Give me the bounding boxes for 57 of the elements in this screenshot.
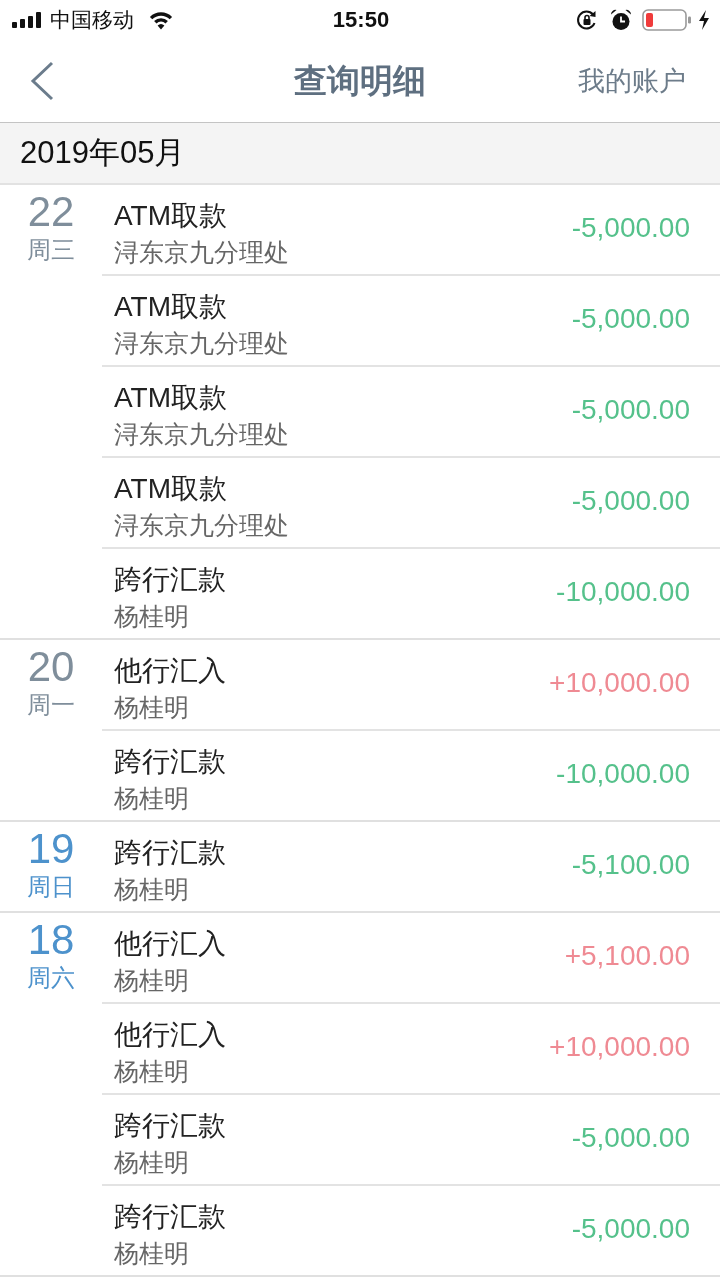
transaction-amount: -5,000.00 [571, 484, 690, 517]
transaction-title: ATM取款 [114, 198, 229, 233]
page-title: 查询明细 [294, 60, 426, 101]
day-number: 22 [27, 189, 75, 235]
transaction-title: 他行汇入 [114, 1017, 227, 1052]
transaction-title: 他行汇入 [114, 926, 227, 961]
transaction-counterparty: 杨桂明 [114, 782, 190, 814]
clock-time: 15:50 [332, 7, 390, 32]
transaction-counterparty: 杨桂明 [114, 1237, 190, 1269]
transaction-counterparty: 杨桂明 [114, 691, 190, 723]
transaction-title: 他行汇入 [114, 653, 227, 688]
alarm-clock-icon [610, 9, 632, 31]
weekday-label: 周三 [27, 235, 75, 265]
rotation-lock-icon [576, 9, 598, 31]
chevron-left-icon [30, 61, 54, 101]
signal-bars-icon [12, 12, 42, 28]
charging-bolt-icon [698, 10, 710, 30]
transaction-amount: -5,000.00 [571, 211, 690, 244]
transaction-amount: -5,000.00 [571, 302, 690, 335]
transaction-counterparty: 杨桂明 [114, 600, 190, 632]
day-number: 18 [27, 917, 75, 963]
day-number: 19 [27, 826, 75, 872]
my-account-button[interactable]: 我的账户 [578, 63, 686, 99]
transaction-amount: -5,000.00 [571, 393, 690, 426]
transaction-counterparty: 杨桂明 [114, 1146, 190, 1178]
transaction-title: ATM取款 [114, 289, 229, 324]
transaction-counterparty: 杨桂明 [114, 964, 190, 996]
transaction-title: 跨行汇款 [114, 835, 227, 870]
transaction-counterparty: 杨桂明 [114, 873, 190, 905]
transaction-title: ATM取款 [114, 380, 229, 415]
carrier-name: 中国移动 [50, 7, 134, 33]
weekday-label: 周六 [27, 963, 75, 993]
transaction-title: ATM取款 [114, 471, 229, 506]
transaction-counterparty: 杨桂明 [114, 1055, 190, 1087]
back-button[interactable] [30, 61, 54, 101]
transaction-title: 跨行汇款 [114, 1199, 227, 1234]
transaction-amount: -5,000.00 [571, 1121, 690, 1154]
transaction-counterparty: 浔东京九分理处 [114, 236, 290, 268]
transaction-counterparty: 浔东京九分理处 [114, 418, 290, 450]
transaction-amount: +5,100.00 [564, 939, 690, 972]
month-label: 2019年05月 [20, 134, 186, 172]
battery-icon [642, 9, 692, 31]
weekday-label: 周日 [27, 872, 75, 902]
wifi-icon [148, 10, 174, 30]
transaction-title: 跨行汇款 [114, 744, 227, 779]
transaction-counterparty: 浔东京九分理处 [114, 509, 290, 541]
transaction-amount: +10,000.00 [549, 1030, 690, 1063]
transaction-amount: +10,000.00 [549, 666, 690, 699]
transaction-amount: -10,000.00 [556, 757, 690, 790]
day-number: 20 [27, 644, 75, 690]
transaction-title: 跨行汇款 [114, 562, 227, 597]
transaction-amount: -10,000.00 [556, 575, 690, 608]
transaction-title: 跨行汇款 [114, 1108, 227, 1143]
transaction-amount: -5,000.00 [571, 1212, 690, 1245]
weekday-label: 周一 [27, 690, 75, 720]
transaction-counterparty: 浔东京九分理处 [114, 327, 290, 359]
transaction-amount: -5,100.00 [571, 848, 690, 881]
